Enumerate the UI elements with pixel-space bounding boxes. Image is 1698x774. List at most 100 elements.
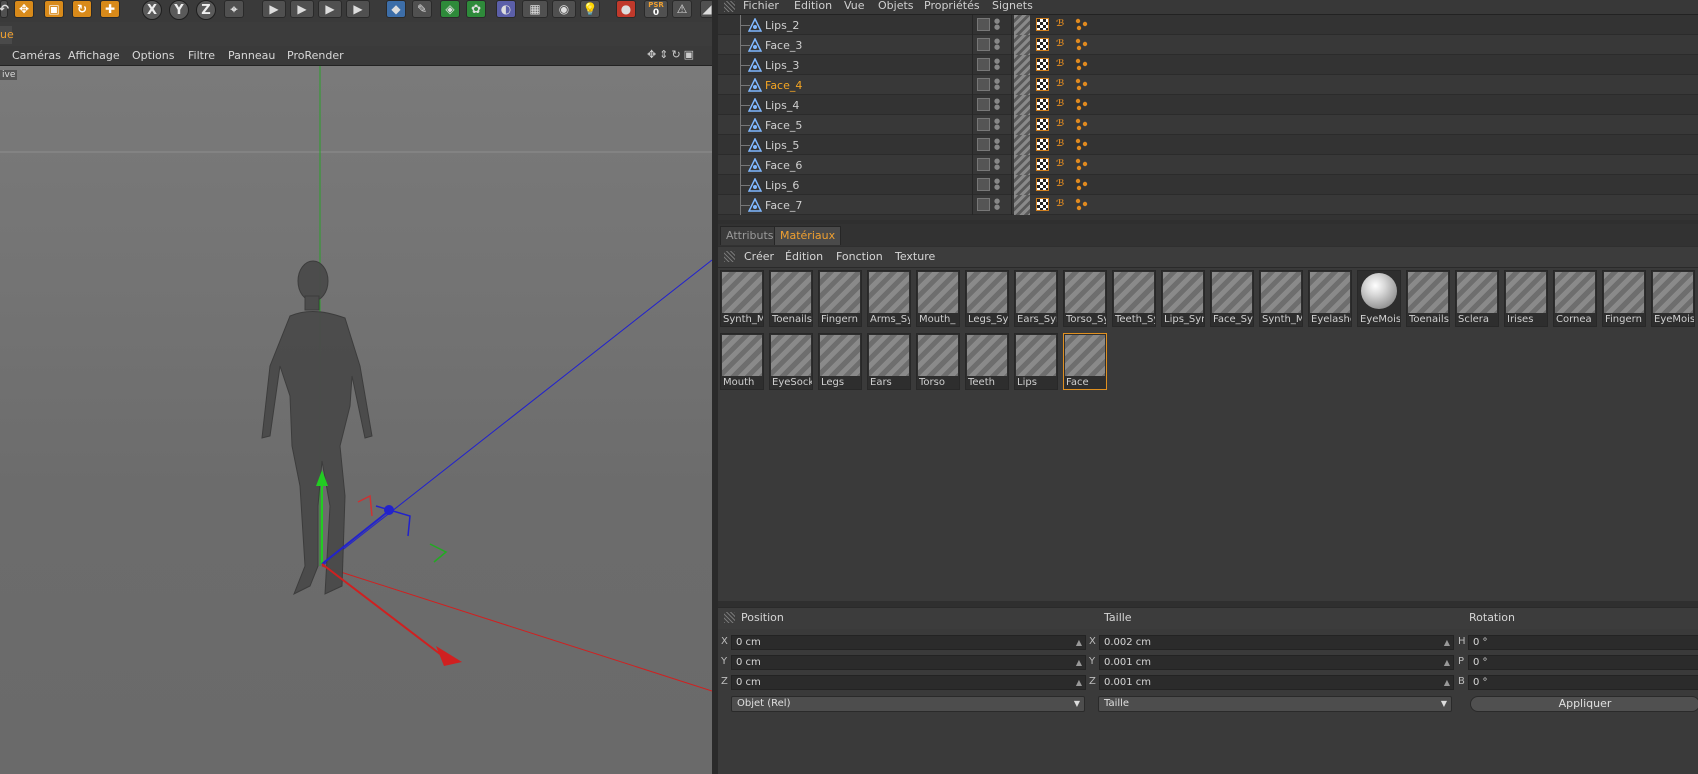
menu-creer[interactable]: Créer <box>744 250 774 263</box>
menu-panneau[interactable]: Panneau <box>228 49 275 62</box>
material-tag-icon[interactable] <box>1014 35 1030 55</box>
cube-primitive-icon[interactable]: ◆ <box>386 0 406 18</box>
morph-tag-icon[interactable]: ℬ <box>1056 98 1069 111</box>
apply-button[interactable]: Appliquer <box>1470 696 1698 712</box>
material-swatch[interactable]: Face_Syn <box>1210 270 1254 327</box>
material-swatch[interactable]: EyeSock <box>769 333 813 390</box>
material-swatch[interactable]: Fingern <box>1602 270 1646 327</box>
object-name[interactable]: Face_6 <box>765 159 802 172</box>
visibility-dots-icon[interactable]: ● ● <box>994 138 1000 151</box>
layer-icon[interactable] <box>977 98 990 111</box>
material-tag-icon[interactable] <box>1014 95 1030 115</box>
lock-x-axis-button[interactable]: X <box>142 0 162 20</box>
material-swatch[interactable]: Toenails <box>769 270 813 327</box>
lock-z-axis-button[interactable]: Z <box>196 0 216 20</box>
psr-snap-toggle[interactable]: PSR 0 <box>644 0 668 18</box>
material-swatch[interactable]: Irises <box>1504 270 1548 327</box>
coordinate-system-icon[interactable]: ⌖ <box>224 0 244 18</box>
morph-tag-icon[interactable]: ℬ <box>1056 178 1069 191</box>
visibility-dots-icon[interactable]: ● ● <box>994 78 1000 91</box>
render-view-icon[interactable]: ▶ <box>262 0 286 18</box>
light-icon[interactable]: 💡 <box>580 0 600 18</box>
morph-tag-icon[interactable]: ℬ <box>1056 118 1069 131</box>
material-tag-icon[interactable] <box>1014 55 1030 75</box>
menu-options[interactable]: Options <box>132 49 174 62</box>
layer-icon[interactable] <box>977 118 990 131</box>
material-tag-icon[interactable] <box>1014 115 1030 135</box>
spinner-arrows-icon[interactable]: ▲ <box>1076 636 1082 649</box>
material-swatch[interactable]: Sclera <box>1455 270 1499 327</box>
weight-tag-icon[interactable] <box>1075 18 1088 31</box>
rotation-field[interactable]: 0 ° <box>1468 655 1698 670</box>
menu-fonction[interactable]: Fonction <box>836 250 883 263</box>
material-tag-icon[interactable] <box>1014 155 1030 175</box>
material-tag-icon[interactable] <box>1014 75 1030 95</box>
viewport-tab[interactable]: ue <box>0 26 14 44</box>
layer-icon[interactable] <box>977 58 990 71</box>
panel-grip-icon[interactable] <box>724 251 735 262</box>
material-swatch[interactable]: Lips_Syn <box>1161 270 1205 327</box>
material-swatch[interactable]: Teeth_Sy <box>1112 270 1156 327</box>
uvw-tag-icon[interactable] <box>1036 18 1049 31</box>
layer-icon[interactable] <box>977 18 990 31</box>
weight-tag-icon[interactable] <box>1075 178 1088 191</box>
object-row[interactable]: Face_7 ● ● ℬ <box>718 195 1698 215</box>
menu-vue[interactable]: Vue <box>844 0 865 12</box>
layer-icon[interactable] <box>977 38 990 51</box>
material-swatch[interactable]: EyeMois <box>1357 270 1401 327</box>
add-object-tool-icon[interactable]: ✚ <box>100 0 120 18</box>
material-swatch[interactable]: Mouth <box>720 333 764 390</box>
morph-tag-icon[interactable]: ℬ <box>1056 78 1069 91</box>
material-swatch[interactable]: Ears <box>867 333 911 390</box>
floor-environment-icon[interactable]: ▦ <box>522 0 548 18</box>
cloner-icon[interactable]: ✿ <box>466 0 486 18</box>
position-field[interactable]: 0 cm ▲ <box>731 675 1086 690</box>
material-swatch[interactable]: Ears_Syn <box>1014 270 1058 327</box>
object-name[interactable]: Lips_3 <box>765 59 799 72</box>
visibility-dots-icon[interactable]: ● ● <box>994 18 1000 31</box>
render-settings-icon[interactable]: ▶ <box>318 0 342 18</box>
visibility-dots-icon[interactable]: ● ● <box>994 98 1000 111</box>
object-row[interactable]: Lips_2 ● ● ℬ <box>718 15 1698 35</box>
visibility-dots-icon[interactable]: ● ● <box>994 118 1000 131</box>
menu-signets[interactable]: Signets <box>992 0 1033 12</box>
scale-tool-icon[interactable]: ▣ <box>44 0 64 18</box>
visibility-dots-icon[interactable]: ● ● <box>994 198 1000 211</box>
menu-prorender[interactable]: ProRender <box>287 49 344 62</box>
spinner-arrows-icon[interactable]: ▲ <box>1444 656 1450 669</box>
3d-viewport[interactable]: ive <box>0 66 712 774</box>
morph-tag-icon[interactable]: ℬ <box>1056 198 1069 211</box>
size-field[interactable]: 0.002 cm ▲ <box>1099 635 1454 650</box>
layer-icon[interactable] <box>977 178 990 191</box>
visibility-dots-icon[interactable]: ● ● <box>994 38 1000 51</box>
material-tag-icon[interactable] <box>1014 135 1030 155</box>
material-swatch[interactable]: EyeMois <box>1651 270 1695 327</box>
camera-icon[interactable]: ◉ <box>552 0 576 18</box>
material-swatch[interactable]: Torso <box>916 333 960 390</box>
layer-icon[interactable] <box>977 158 990 171</box>
weight-tag-icon[interactable] <box>1075 198 1088 211</box>
menu-objets[interactable]: Objets <box>878 0 914 12</box>
material-swatch[interactable]: Lips <box>1014 333 1058 390</box>
pan-view-icon[interactable]: ✥ <box>647 48 659 61</box>
uvw-tag-icon[interactable] <box>1036 178 1049 191</box>
material-swatch[interactable]: Torso_Sy <box>1063 270 1107 327</box>
weight-tag-icon[interactable] <box>1075 58 1088 71</box>
render-picture-viewer-icon[interactable]: ▶ <box>290 0 314 18</box>
object-name[interactable]: Face_3 <box>765 39 802 52</box>
object-row[interactable]: Face_5 ● ● ℬ <box>718 115 1698 135</box>
material-swatch[interactable]: Synth_M <box>1259 270 1303 327</box>
visibility-dots-icon[interactable]: ● ● <box>994 178 1000 191</box>
object-row[interactable]: Face_6 ● ● ℬ <box>718 155 1698 175</box>
panel-grip-icon[interactable] <box>724 1 735 12</box>
material-tag-icon[interactable] <box>1014 175 1030 195</box>
menu-cameras[interactable]: Caméras <box>12 49 61 62</box>
subdivision-generator-icon[interactable]: ◈ <box>440 0 460 18</box>
rotate-tool-icon[interactable]: ↻ <box>72 0 92 18</box>
layer-icon[interactable] <box>977 78 990 91</box>
material-swatch[interactable]: Legs <box>818 333 862 390</box>
menu-fichier[interactable]: Fichier <box>743 0 779 12</box>
size-mode-dropdown[interactable]: Taille ▼ <box>1098 696 1452 712</box>
deformer-icon[interactable]: ◐ <box>496 0 516 18</box>
spinner-arrows-icon[interactable]: ▲ <box>1444 636 1450 649</box>
